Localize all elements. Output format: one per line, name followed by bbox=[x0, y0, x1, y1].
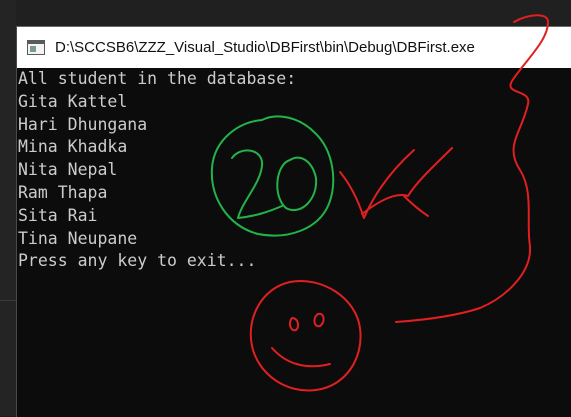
console-line-student: Ram Thapa bbox=[18, 182, 108, 202]
console-line-exit-prompt: Press any key to exit... bbox=[18, 251, 257, 271]
console-output: All student in the database: Gita Kattel… bbox=[17, 68, 571, 273]
window-title: D:\SCCSB6\ZZZ_Visual_Studio\DBFirst\bin\… bbox=[55, 39, 475, 56]
console-line-header: All student in the database: bbox=[18, 69, 297, 88]
desktop-background-top bbox=[0, 0, 571, 26]
console-window: D:\SCCSB6\ZZZ_Visual_Studio\DBFirst\bin\… bbox=[16, 26, 571, 417]
console-app-icon bbox=[27, 40, 45, 55]
console-line-student: Gita Kattel bbox=[18, 91, 128, 111]
console-line-student: Sita Rai bbox=[18, 205, 98, 225]
editor-background-left bbox=[0, 0, 16, 416]
editor-divider bbox=[0, 300, 16, 301]
console-line-student: Nita Nepal bbox=[18, 160, 118, 180]
console-line-student: Hari Dhungana bbox=[18, 114, 148, 134]
console-line-student: Mina Khadka bbox=[18, 137, 128, 157]
window-titlebar[interactable]: D:\SCCSB6\ZZZ_Visual_Studio\DBFirst\bin\… bbox=[17, 27, 571, 68]
console-line-student: Tina Neupane bbox=[18, 228, 138, 248]
